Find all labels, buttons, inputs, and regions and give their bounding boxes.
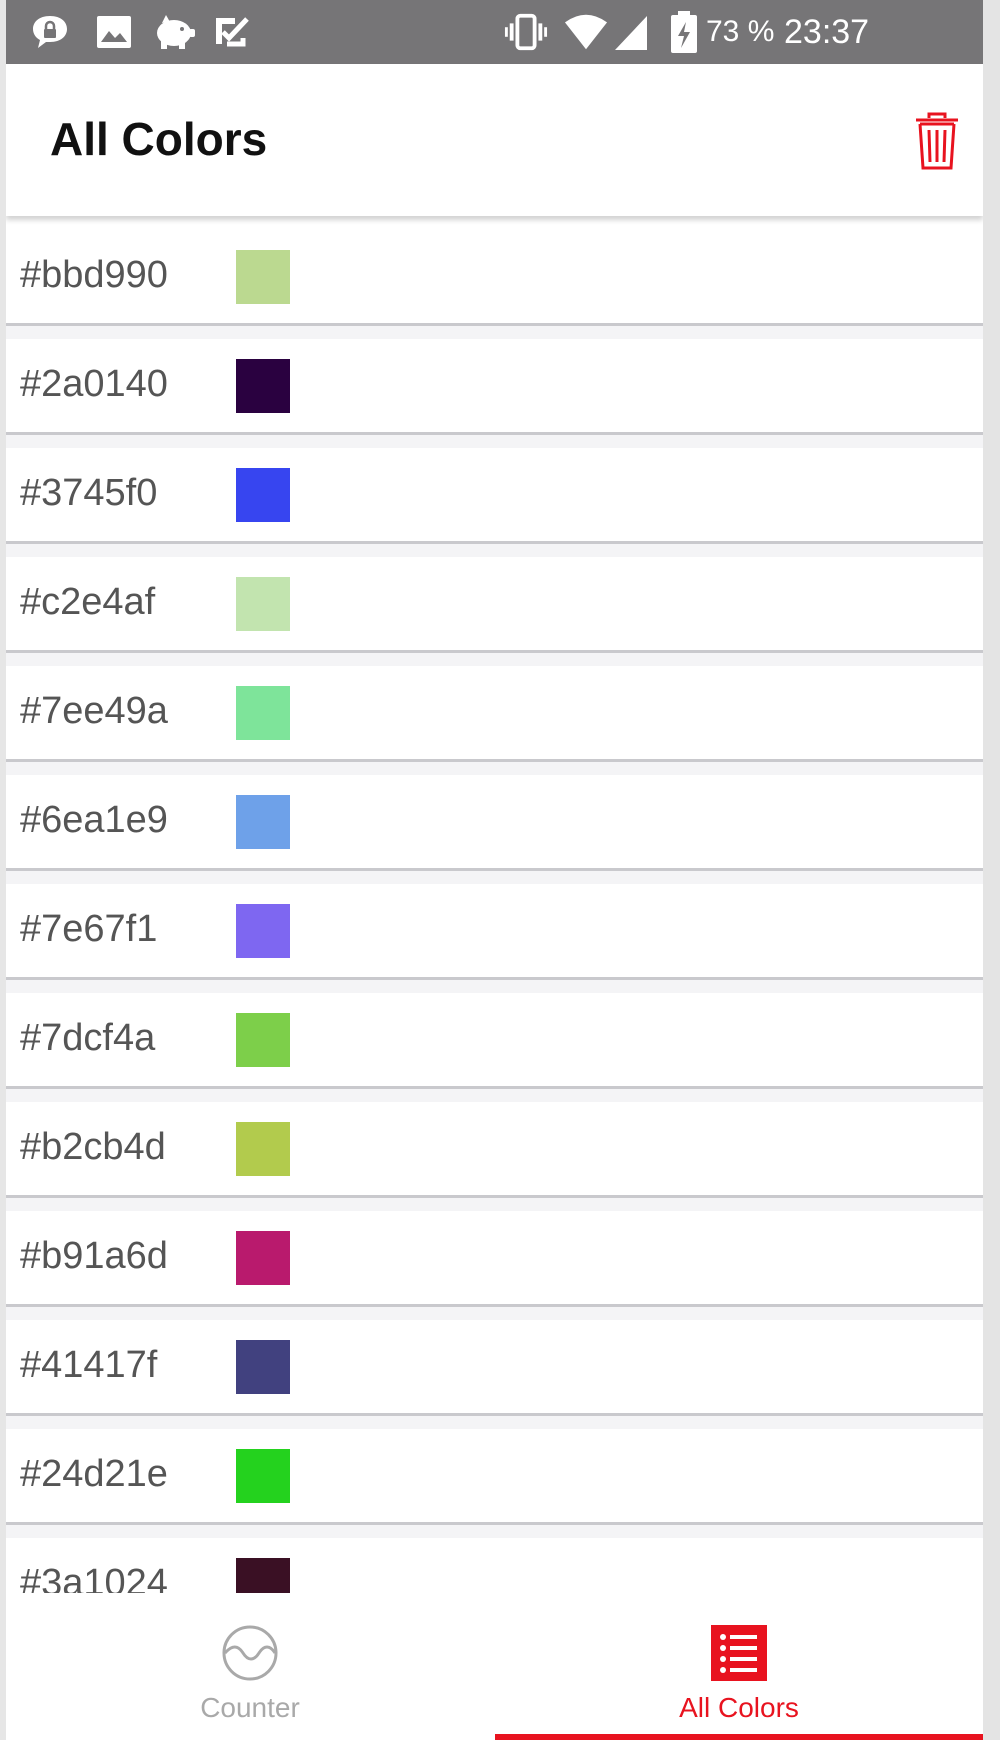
screen-edge (983, 0, 1000, 1740)
color-hex-label: #7dcf4a (20, 1017, 156, 1059)
color-list-item[interactable]: #3745f0 (6, 448, 983, 544)
row-divider (6, 762, 983, 775)
row-divider (6, 980, 983, 993)
color-hex-label: #7ee49a (20, 690, 168, 732)
app-bar: All Colors (6, 64, 983, 216)
color-swatch (236, 1013, 290, 1067)
color-list-item[interactable]: #41417f (6, 1320, 983, 1416)
color-swatch (236, 1122, 290, 1176)
color-swatch (236, 1340, 290, 1394)
color-hex-label: #3a1024 (20, 1562, 168, 1593)
color-swatch (236, 577, 290, 631)
color-swatch (236, 795, 290, 849)
piggy-bank-icon (152, 12, 196, 52)
color-hex-label: #c2e4af (20, 581, 156, 623)
row-divider (6, 871, 983, 884)
color-list[interactable]: #bbd990 #2a0140 #3745f0 #c2e4af #7ee49a #6ea1… (6, 230, 983, 1593)
row-divider (6, 1307, 983, 1320)
wifi-icon (564, 12, 608, 52)
color-list-item[interactable]: #bbd990 (6, 230, 983, 326)
color-swatch (236, 904, 290, 958)
tab-counter[interactable]: Counter (6, 1593, 494, 1740)
color-hex-label: #3745f0 (20, 472, 158, 514)
color-list-item[interactable]: #c2e4af (6, 557, 983, 653)
color-swatch (236, 359, 290, 413)
color-list-item[interactable]: #24d21e (6, 1429, 983, 1525)
tab-all-colors-label: All Colors (679, 1692, 799, 1723)
color-hex-label: #bbd990 (20, 254, 168, 296)
row-divider (6, 653, 983, 666)
color-hex-label: #b2cb4d (20, 1126, 166, 1168)
clock-time: 23:37 (784, 13, 870, 51)
battery-charging-icon (662, 11, 706, 53)
vibrate-icon (504, 12, 548, 52)
row-divider (6, 1525, 983, 1538)
color-hex-label: #24d21e (20, 1453, 168, 1495)
color-list-item[interactable]: #b2cb4d (6, 1102, 983, 1198)
row-divider (6, 326, 983, 339)
color-hex-label: #2a0140 (20, 363, 168, 405)
image-icon (92, 12, 136, 52)
color-swatch (236, 1449, 290, 1503)
signal-icon (609, 12, 653, 52)
color-list-item[interactable]: #7ee49a (6, 666, 983, 762)
color-swatch (236, 468, 290, 522)
row-divider (6, 1198, 983, 1211)
color-list-item[interactable]: #7dcf4a (6, 993, 983, 1089)
row-divider (6, 544, 983, 557)
color-list-item[interactable]: #b91a6d (6, 1211, 983, 1307)
row-divider (6, 435, 983, 448)
color-hex-label: #7e67f1 (20, 908, 158, 950)
lock-message-icon (28, 12, 72, 52)
active-tab-indicator (495, 1734, 983, 1740)
list-icon (711, 1625, 767, 1681)
battery-percentage: 73 % (706, 15, 775, 48)
bottom-navigation: Counter All Colors (6, 1593, 983, 1740)
app-screen: 73 % 23:37 All Colors #bbd990 #2a0140 #374… (6, 0, 983, 1740)
checklist-icon (210, 12, 254, 52)
color-list-item[interactable]: #7e67f1 (6, 884, 983, 980)
page-title: All Colors (50, 113, 268, 165)
color-list-item[interactable]: #3a1024 (6, 1538, 983, 1593)
row-divider (6, 1416, 983, 1429)
color-swatch (236, 1231, 290, 1285)
color-list-item[interactable]: #2a0140 (6, 339, 983, 435)
tab-all-colors[interactable]: All Colors (495, 1593, 983, 1740)
delete-all-button[interactable] (912, 112, 962, 172)
color-hex-label: #6ea1e9 (20, 799, 168, 841)
color-list-item[interactable]: #6ea1e9 (6, 775, 983, 871)
wave-circle-icon (222, 1625, 278, 1681)
color-swatch (236, 1558, 290, 1593)
color-swatch (236, 686, 290, 740)
color-swatch (236, 250, 290, 304)
trash-icon (916, 112, 958, 170)
row-divider (6, 1089, 983, 1102)
color-hex-label: #b91a6d (20, 1235, 168, 1277)
color-hex-label: #41417f (20, 1344, 158, 1386)
tab-counter-label: Counter (200, 1692, 300, 1723)
status-bar: 73 % 23:37 (6, 0, 983, 64)
